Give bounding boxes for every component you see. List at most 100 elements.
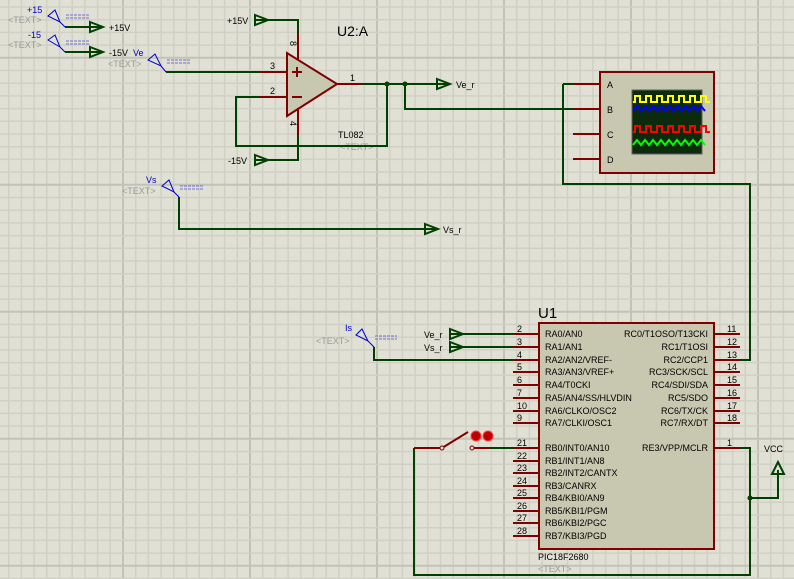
pin-number: 4 bbox=[517, 350, 522, 360]
pin-name: RA6/CLKO/OSC2 bbox=[545, 406, 617, 416]
generator-is[interactable]: Is <TEXT> bbox=[316, 323, 397, 348]
schematic: +15 <TEXT> +15V -15 <TEXT> -15V Ve <TEXT… bbox=[8, 5, 786, 576]
pin-number: 2 bbox=[270, 86, 275, 96]
generator-signal-icon bbox=[180, 185, 203, 190]
pin-number: 1 bbox=[350, 73, 355, 83]
terminal-ve-r-in[interactable]: Ve_r bbox=[424, 327, 466, 341]
generator-name: +15 bbox=[27, 5, 42, 15]
pin-number: 15 bbox=[727, 375, 737, 385]
channel-label-a: A bbox=[607, 80, 613, 90]
pin-number: 22 bbox=[517, 451, 527, 461]
pin-number: 18 bbox=[727, 413, 737, 423]
pin-number: 23 bbox=[517, 463, 527, 473]
pin-number: 13 bbox=[727, 350, 737, 360]
generator-text: <TEXT> bbox=[316, 336, 350, 346]
terminal-label: Ve_r bbox=[424, 330, 443, 340]
generator-icon bbox=[47, 9, 66, 28]
terminal-vs-r-out[interactable]: Vs_r bbox=[424, 222, 462, 236]
opamp-u2a[interactable]: 3 2 1 8 4 U2:A TL082 <TEXT> bbox=[260, 23, 374, 152]
pin-name: RC2/CCP1 bbox=[663, 355, 708, 365]
channel-label-c: C bbox=[607, 130, 614, 140]
pin-number: 6 bbox=[517, 375, 522, 385]
oscilloscope[interactable]: A B C D bbox=[573, 71, 715, 174]
switch-toggle-button[interactable] bbox=[470, 430, 482, 442]
pin-number: 16 bbox=[727, 388, 737, 398]
pin-name: RA0/AN0 bbox=[545, 329, 583, 339]
pin-name: RB6/KBI2/PGC bbox=[545, 518, 607, 528]
terminal-label: VCC bbox=[764, 444, 784, 454]
generator-signal-icon bbox=[66, 14, 89, 19]
generator-name: Vs bbox=[146, 175, 157, 185]
pin-number: 28 bbox=[517, 526, 527, 536]
pin-name: RB4/KBI0/AN9 bbox=[545, 493, 605, 503]
pin-name: RA4/T0CKI bbox=[545, 380, 591, 390]
pin-number: 5 bbox=[517, 362, 522, 372]
generator-minus15[interactable]: -15 <TEXT> bbox=[8, 30, 89, 53]
terminal-ve-r-out[interactable]: Ve_r bbox=[436, 77, 475, 91]
component-part: TL082 bbox=[338, 130, 364, 140]
pin-number: 14 bbox=[727, 362, 737, 372]
terminal-plus15v[interactable]: +15V bbox=[89, 20, 130, 34]
pin-number: 8 bbox=[288, 41, 298, 46]
pin-number: 3 bbox=[517, 337, 522, 347]
pin-name: RB3/CANRX bbox=[545, 481, 597, 491]
push-switch[interactable] bbox=[414, 430, 494, 451]
pin-name: RA5/AN4/SS/HLVDIN bbox=[545, 393, 632, 403]
vcc-terminal[interactable]: VCC bbox=[764, 444, 786, 475]
terminal-label: Vs_r bbox=[443, 225, 462, 235]
pin-number: 21 bbox=[517, 438, 527, 448]
terminal-vs-r-in[interactable]: Vs_r bbox=[424, 340, 466, 354]
generator-vs[interactable]: Vs <TEXT> bbox=[122, 175, 203, 198]
pin-name: RC1/T1OSI bbox=[661, 342, 708, 352]
terminal-op-minus15v[interactable]: -15V bbox=[228, 153, 271, 167]
pin-number: 24 bbox=[517, 476, 527, 486]
pin-number: 11 bbox=[727, 324, 736, 334]
pin-name: RB1/INT1/AN8 bbox=[545, 456, 605, 466]
generator-plus15[interactable]: +15 <TEXT> bbox=[8, 5, 89, 28]
pin-number: 7 bbox=[517, 388, 522, 398]
generator-name: Ve bbox=[133, 48, 144, 58]
generator-icon bbox=[147, 53, 167, 73]
opamp-body bbox=[286, 51, 339, 118]
generator-text: <TEXT> bbox=[122, 186, 156, 196]
terminal-label: Ve_r bbox=[456, 80, 475, 90]
generator-icon bbox=[47, 34, 66, 53]
pin-name: RB2/INT2/CANTX bbox=[545, 468, 618, 478]
switch-momentary-button[interactable] bbox=[482, 430, 494, 442]
generator-signal-icon bbox=[167, 59, 190, 64]
generator-signal-icon bbox=[375, 335, 397, 340]
pin-number: 4 bbox=[288, 121, 298, 126]
generator-text: <TEXT> bbox=[8, 15, 42, 25]
generator-name: Is bbox=[345, 323, 353, 333]
component-part: PIC18F2680 bbox=[538, 552, 589, 562]
pin-name: RC7/RX/DT bbox=[660, 418, 708, 428]
pin-name: RA2/AN2/VREF- bbox=[545, 355, 612, 365]
pin-name: RC3/SCK/SCL bbox=[649, 367, 708, 377]
pin-name: RB7/KBI3/PGD bbox=[545, 531, 607, 541]
pin-name: RA1/AN1 bbox=[545, 342, 583, 352]
generator-text: <TEXT> bbox=[8, 40, 42, 50]
terminal-op-plus15v[interactable]: +15V bbox=[227, 13, 271, 27]
generator-name: -15 bbox=[28, 30, 41, 40]
mcu-u1[interactable]: U1 PIC18F2680 <TEXT> 2 RA0/AN0 3 RA1/AN1 4 RA… bbox=[513, 305, 740, 574]
terminal-label: Vs_r bbox=[424, 343, 443, 353]
generator-text: <TEXT> bbox=[108, 59, 142, 69]
pin-name: RB0/INT0/AN10 bbox=[545, 443, 610, 453]
pin-name: RB5/KBI1/PGM bbox=[545, 506, 608, 516]
terminal-label: +15V bbox=[109, 23, 130, 33]
pin-name: RC4/SDI/SDA bbox=[651, 380, 708, 390]
channel-label-b: B bbox=[607, 105, 613, 115]
pin-name: RC5/SDO bbox=[668, 393, 708, 403]
pin-number: 26 bbox=[517, 501, 527, 511]
pin-name: RE3/VPP/MCLR bbox=[642, 443, 709, 453]
component-text: <TEXT> bbox=[538, 564, 572, 574]
pin-number: 1 bbox=[727, 438, 732, 448]
schematic-canvas[interactable]: +15 <TEXT> +15V -15 <TEXT> -15V Ve <TEXT… bbox=[0, 0, 794, 579]
pin-name: RC0/T1OSO/T13CKI bbox=[624, 329, 708, 339]
pin-number: 27 bbox=[517, 513, 527, 523]
pin-number: 25 bbox=[517, 488, 527, 498]
terminal-label: -15V bbox=[228, 156, 247, 166]
component-ref: U1 bbox=[538, 305, 557, 322]
terminal-minus15v[interactable]: -15V bbox=[89, 45, 128, 59]
pin-number: 17 bbox=[727, 401, 737, 411]
